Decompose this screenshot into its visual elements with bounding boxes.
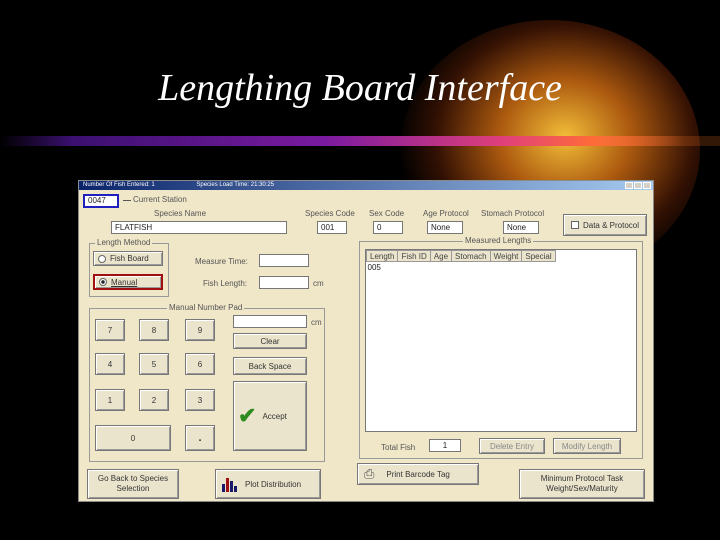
- maximize-button[interactable]: [634, 182, 642, 189]
- age-protocol-label: Age Protocol: [423, 209, 469, 218]
- measure-time-field[interactable]: [259, 254, 309, 267]
- col-fish-id[interactable]: Fish ID: [397, 250, 431, 262]
- col-weight[interactable]: Weight: [489, 250, 523, 262]
- manual-radio[interactable]: Manual: [93, 274, 163, 290]
- modify-length-button[interactable]: Modify Length: [553, 438, 621, 454]
- key-2[interactable]: 2: [139, 389, 169, 411]
- length-method-label: Length Method: [95, 238, 153, 247]
- lengths-table: Length Fish ID Age Stomach Weight Specia…: [365, 250, 556, 274]
- window-titlebar: Number Of Fish Entered: 1 Species Load T…: [79, 181, 653, 190]
- fish-board-radio-dot: [98, 254, 106, 263]
- plot-distribution-button[interactable]: Plot Distribution: [215, 469, 321, 499]
- key-8[interactable]: 8: [139, 319, 169, 341]
- row-length-cell: 005: [367, 263, 381, 272]
- data-protocol-button[interactable]: Data & Protocol: [563, 214, 647, 236]
- col-special[interactable]: Special: [521, 250, 556, 262]
- table-row[interactable]: 005: [367, 262, 556, 274]
- fish-board-label: Fish Board: [110, 254, 149, 263]
- manual-radio-dot: [99, 278, 107, 286]
- close-button[interactable]: [643, 182, 651, 189]
- key-5[interactable]: 5: [139, 353, 169, 375]
- stomach-protocol-field[interactable]: None: [503, 221, 539, 234]
- back-species-button[interactable]: Go Back to Species Selection: [87, 469, 179, 499]
- fish-length-field[interactable]: [259, 276, 309, 289]
- minimum-protocol-button[interactable]: Minimum Protocol Task Weight/Sex/Maturit…: [519, 469, 645, 499]
- lengths-list[interactable]: Length Fish ID Age Stomach Weight Specia…: [365, 249, 637, 432]
- species-code-field[interactable]: 001: [317, 221, 347, 234]
- delete-entry-button[interactable]: Delete Entry: [479, 438, 545, 454]
- slide-title: Lengthing Board Interface: [158, 67, 562, 109]
- fish-count-title: Number Of Fish Entered: 1: [83, 182, 155, 188]
- printer-icon: ⎙: [364, 466, 375, 481]
- key-4[interactable]: 4: [95, 353, 125, 375]
- fish-length-label: Fish Length:: [203, 279, 248, 288]
- key-1[interactable]: 1: [95, 389, 125, 411]
- plot-distribution-label: Plot Distribution: [245, 479, 302, 489]
- print-barcode-label: Print Barcode Tag: [386, 469, 450, 479]
- print-barcode-button[interactable]: ⎙ Print Barcode Tag: [357, 463, 479, 485]
- data-protocol-label: Data & Protocol: [582, 220, 640, 230]
- fish-length-unit: cm: [313, 279, 324, 288]
- manual-label: Manual: [111, 277, 138, 287]
- load-time-title: Species Load Time: 21:30:25: [196, 182, 275, 188]
- data-protocol-checkbox[interactable]: [570, 221, 579, 229]
- col-age[interactable]: Age: [429, 250, 453, 262]
- fish-board-radio[interactable]: Fish Board: [93, 251, 163, 266]
- species-name-label: Species Name: [154, 209, 207, 218]
- number-pad-display[interactable]: [233, 315, 307, 328]
- species-code-label: Species Code: [305, 209, 355, 218]
- measured-lengths-label: Measured Lengths: [463, 236, 534, 245]
- number-pad-unit: cm: [311, 318, 322, 327]
- backspace-button[interactable]: Back Space: [233, 357, 307, 375]
- key-6[interactable]: 6: [185, 353, 215, 375]
- key-decimal[interactable]: .: [185, 425, 215, 451]
- key-0[interactable]: 0: [95, 425, 171, 451]
- age-protocol-field[interactable]: None: [427, 221, 463, 234]
- clear-button[interactable]: Clear: [233, 333, 307, 349]
- number-pad-label: Manual Number Pad: [167, 303, 245, 312]
- stomach-protocol-label: Stomach Protocol: [481, 209, 545, 218]
- col-stomach[interactable]: Stomach: [451, 250, 491, 262]
- sex-code-field[interactable]: 0: [373, 221, 403, 234]
- app-window: Number Of Fish Entered: 1 Species Load T…: [78, 180, 654, 502]
- station-label: Current Station: [133, 195, 187, 204]
- species-name-field[interactable]: FLATFISH: [111, 221, 287, 234]
- total-fish-label: Total Fish: [381, 443, 416, 452]
- measure-time-label: Measure Time:: [195, 257, 248, 266]
- sex-code-label: Sex Code: [369, 209, 405, 218]
- col-length[interactable]: Length: [365, 250, 399, 262]
- accept-button[interactable]: ✔ Accept: [233, 381, 307, 451]
- total-fish-field: 1: [429, 439, 461, 452]
- check-icon: ✔: [238, 403, 257, 428]
- accept-label: Accept: [262, 411, 287, 421]
- key-3[interactable]: 3: [185, 389, 215, 411]
- station-field[interactable]: 0047: [83, 194, 119, 208]
- key-9[interactable]: 9: [185, 319, 215, 341]
- bar-chart-icon: [222, 476, 237, 492]
- key-7[interactable]: 7: [95, 319, 125, 341]
- station-connector: [123, 200, 131, 201]
- slide-color-band: [0, 136, 720, 146]
- minimize-button[interactable]: [625, 182, 633, 189]
